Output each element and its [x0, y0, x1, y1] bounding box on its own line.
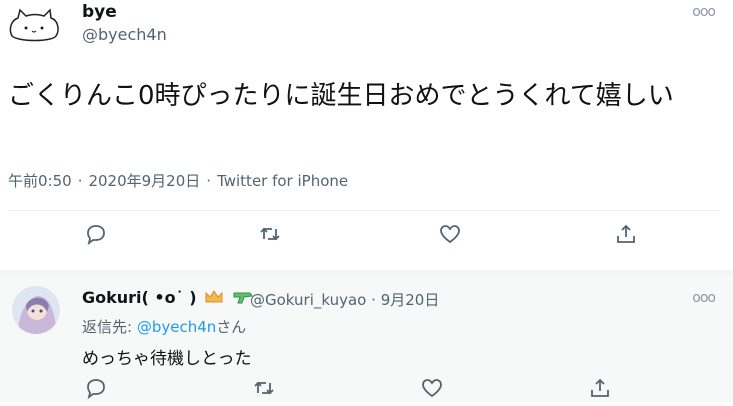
- retweet-icon[interactable]: [258, 222, 288, 252]
- reply-meta: @Gokuri_kuyao · 9月20日: [250, 289, 439, 310]
- reply-actions: [0, 376, 733, 402]
- mention-link[interactable]: @byech4n: [137, 318, 216, 336]
- tweet-text: ごくりんこ0時ぴったりに誕生日おめでとうくれて嬉しい: [8, 81, 674, 111]
- tweet-actions: [0, 222, 733, 258]
- reply-tweet[interactable]: Gokuri( •o˙ ) @Gokuri_kuyao · 9月20日 ooo …: [0, 274, 733, 402]
- tweet-time[interactable]: 午前0:50: [8, 172, 72, 190]
- reply-date[interactable]: 9月20日: [381, 291, 440, 309]
- tweet-source[interactable]: Twitter for iPhone: [217, 172, 348, 190]
- reply-author-handle[interactable]: @Gokuri_kuyao: [250, 291, 366, 309]
- main-tweet[interactable]: bye @byech4n ooo ごくりんこ0時ぴったりに誕生日おめでとうくれて…: [0, 0, 733, 270]
- replying-to: 返信先: @byech4nさん: [82, 316, 246, 337]
- like-icon[interactable]: [438, 222, 468, 252]
- cat-avatar-icon[interactable]: [6, 6, 62, 46]
- reply-author-name[interactable]: Gokuri( •o˙ ): [82, 288, 254, 309]
- tweet-meta: 午前0:50 · 2020年9月20日 · Twitter for iPhone: [8, 170, 354, 191]
- reply-icon[interactable]: [84, 222, 114, 252]
- meta-separator: ·: [77, 172, 83, 190]
- replying-suffix: さん: [216, 318, 247, 336]
- tweet-date[interactable]: 2020年9月20日: [88, 172, 200, 190]
- author-name[interactable]: bye: [82, 2, 117, 22]
- divider: [8, 210, 720, 211]
- crown-icon: [204, 289, 224, 309]
- more-icon[interactable]: ooo: [692, 4, 716, 20]
- meta-separator: ·: [206, 172, 212, 190]
- more-icon[interactable]: ooo: [692, 290, 716, 306]
- author-handle[interactable]: @byech4n: [82, 25, 167, 44]
- meta-separator: ·: [371, 291, 376, 309]
- reply-avatar[interactable]: [12, 286, 60, 334]
- replying-prefix: 返信先:: [82, 318, 137, 336]
- reply-author-text: Gokuri( •o˙ ): [82, 288, 197, 307]
- share-icon[interactable]: [614, 222, 644, 252]
- reply-text: めっちゃ待機しとった: [82, 349, 252, 369]
